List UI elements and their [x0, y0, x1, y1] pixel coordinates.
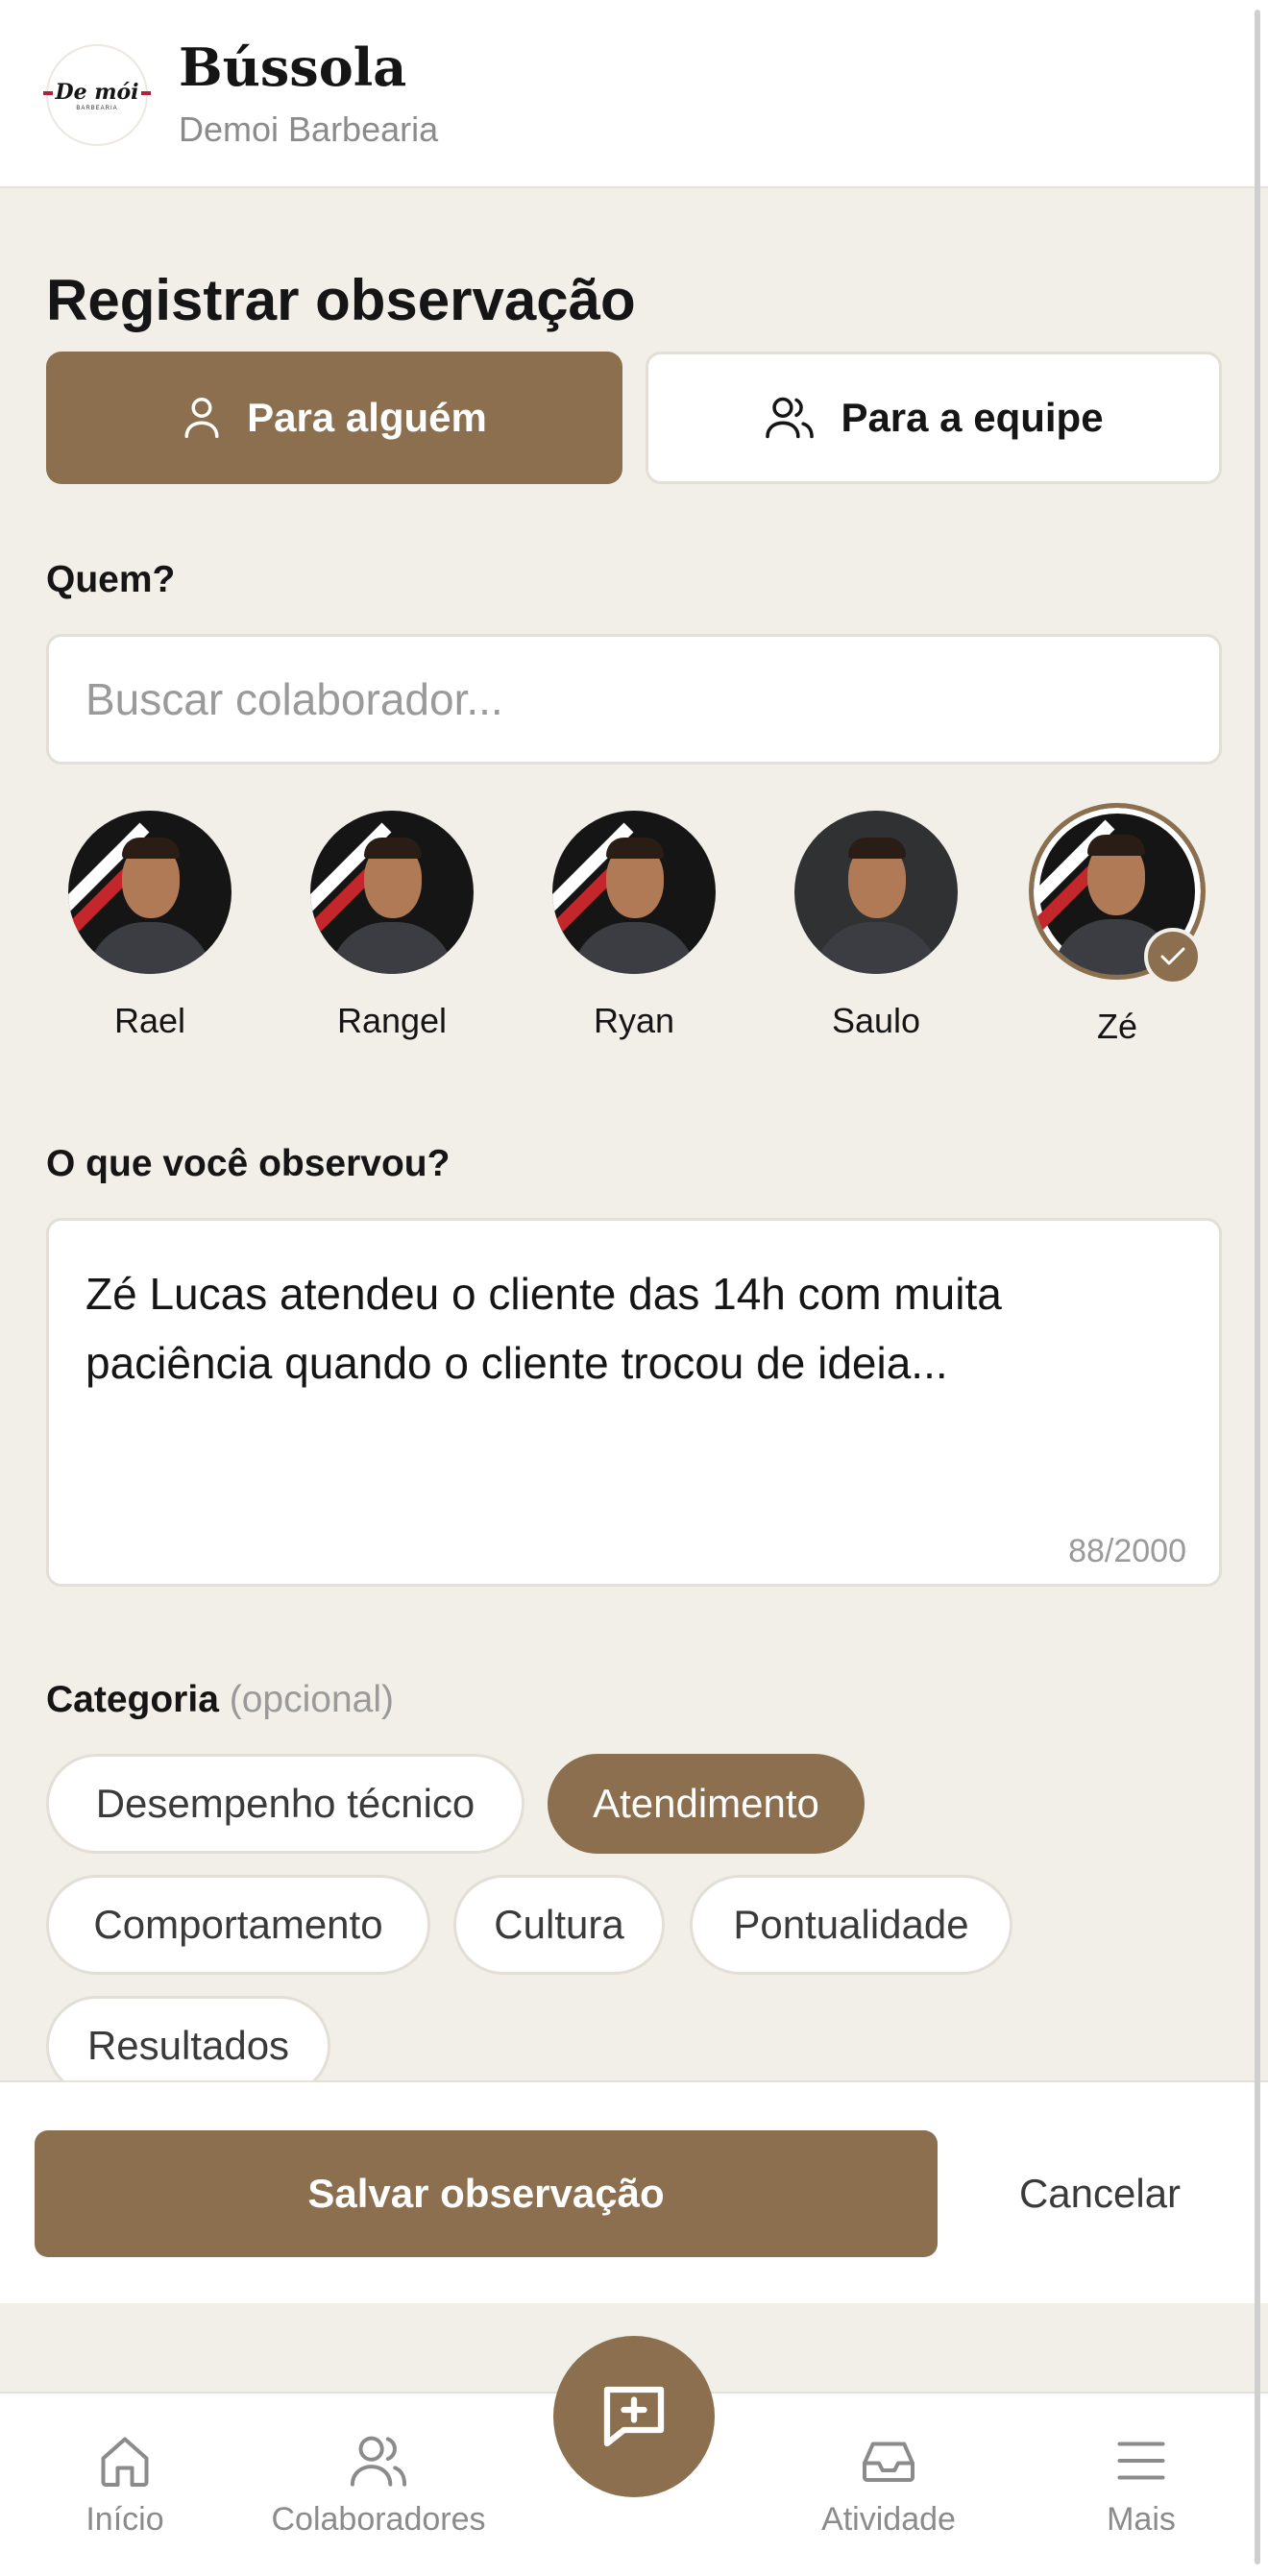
search-placeholder: Buscar colaborador... — [85, 674, 503, 724]
avatar — [68, 811, 232, 974]
observation-label: O que você observou? — [46, 1143, 451, 1184]
observation-textarea[interactable]: Zé Lucas atendeu o cliente das 14h com m… — [46, 1218, 1222, 1587]
search-collaborator-input[interactable]: Buscar colaborador... — [46, 634, 1222, 765]
person-saulo[interactable]: Saulo — [780, 807, 972, 1041]
person-ryan[interactable]: Ryan — [538, 807, 730, 1041]
avatar — [310, 811, 474, 974]
scrollbar[interactable] — [1255, 10, 1260, 2564]
business-name: Demoi Barbearia — [179, 109, 439, 149]
avatar — [552, 811, 716, 974]
chip-cultura[interactable]: Cultura — [453, 1875, 665, 1975]
action-bar: Salvar observação Cancelar — [0, 2080, 1268, 2303]
home-icon — [101, 2437, 149, 2487]
nav-mais[interactable]: Mais — [1074, 2394, 1208, 2576]
nav-colaboradores[interactable]: Colaboradores — [261, 2394, 496, 2576]
person-rangel[interactable]: Rangel — [296, 807, 488, 1041]
nav-inicio[interactable]: Início — [58, 2394, 192, 2576]
app-header: De mói BARBEARIA Bússola Demoi Barbearia — [0, 0, 1268, 188]
new-observation-fab[interactable] — [553, 2336, 715, 2497]
chip-atendimento[interactable]: Atendimento — [548, 1754, 865, 1854]
chip-pontualidade[interactable]: Pontualidade — [690, 1875, 1012, 1975]
brand-logo: De mói BARBEARIA — [43, 44, 151, 146]
avatar — [794, 811, 958, 974]
check-icon — [1144, 928, 1202, 985]
user-icon — [184, 398, 219, 438]
nav-atividade[interactable]: Atividade — [807, 2394, 970, 2576]
page-title: Registrar observação — [46, 268, 636, 332]
person-ze[interactable]: Zé — [1021, 803, 1213, 1047]
person-rael[interactable]: Rael — [54, 807, 246, 1041]
tab-label: Para a equipe — [841, 395, 1104, 440]
menu-icon — [1117, 2442, 1165, 2480]
users-icon — [766, 397, 815, 439]
save-button[interactable]: Salvar observação — [35, 2130, 938, 2257]
app-title: Bússola — [179, 36, 407, 98]
chip-comportamento[interactable]: Comportamento — [46, 1875, 430, 1975]
tab-para-alguem[interactable]: Para alguém — [46, 352, 622, 484]
optional-hint: (opcional) — [229, 1679, 394, 1720]
users-icon — [350, 2436, 407, 2487]
char-counter: 88/2000 — [1068, 1533, 1186, 1569]
cancel-button[interactable]: Cancelar — [961, 2130, 1239, 2257]
inbox-icon — [863, 2442, 914, 2482]
who-label: Quem? — [46, 559, 176, 600]
tab-para-a-equipe[interactable]: Para a equipe — [646, 352, 1222, 484]
message-plus-icon — [603, 2386, 665, 2447]
observation-text: Zé Lucas atendeu o cliente das 14h com m… — [85, 1269, 1002, 1388]
chip-desempenho-tecnico[interactable]: Desempenho técnico — [46, 1754, 524, 1854]
category-label: Categoria (opcional) — [46, 1679, 394, 1720]
tab-label: Para alguém — [247, 395, 487, 440]
